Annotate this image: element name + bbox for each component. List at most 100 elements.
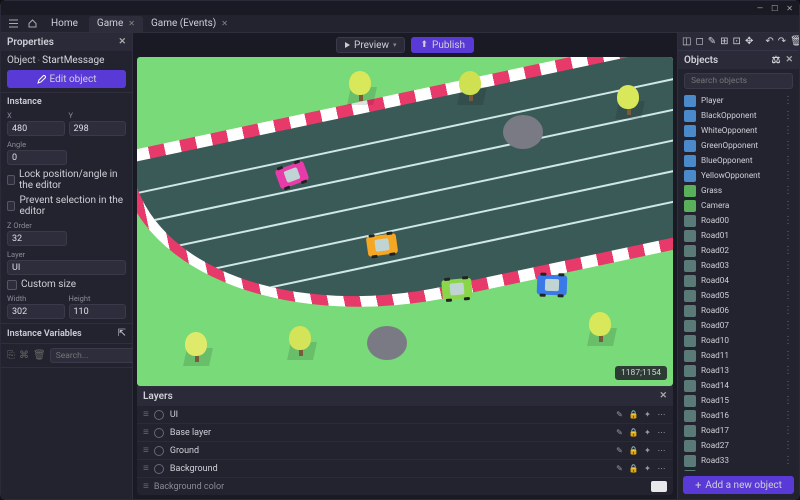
- edit-icon[interactable]: ✎: [614, 463, 625, 474]
- width-input[interactable]: [7, 304, 65, 319]
- object-row[interactable]: Road10⋮: [678, 333, 799, 348]
- object-row[interactable]: Road03⋮: [678, 258, 799, 273]
- more-icon[interactable]: ⋯: [656, 409, 667, 420]
- object-row[interactable]: Road14⋮: [678, 378, 799, 393]
- edit-icon[interactable]: ✎: [614, 409, 625, 420]
- object-menu-icon[interactable]: ⋮: [783, 215, 793, 226]
- close-tab-icon[interactable]: ✕: [221, 19, 228, 28]
- maximize-button[interactable]: ☐: [771, 4, 778, 13]
- layer-row[interactable]: ≡Ground✎🔒✦⋯: [137, 441, 673, 459]
- object-menu-icon[interactable]: ⋮: [783, 290, 793, 301]
- object-menu-icon[interactable]: ⋮: [783, 275, 793, 286]
- custom-size-checkbox[interactable]: Custom size: [7, 279, 126, 290]
- more-icon[interactable]: ⋯: [656, 445, 667, 456]
- object-row[interactable]: Road15⋮: [678, 393, 799, 408]
- tab-game-events-[interactable]: Game (Events)✕: [143, 16, 236, 32]
- object-row[interactable]: YellowOpponent⋮: [678, 168, 799, 183]
- height-input[interactable]: [69, 304, 127, 319]
- scene-viewport[interactable]: 1187;1154: [137, 57, 673, 386]
- object-row[interactable]: Road06⋮: [678, 303, 799, 318]
- edit-object-button[interactable]: Edit object: [7, 70, 126, 88]
- object-menu-icon[interactable]: ⋮: [783, 350, 793, 361]
- snap-icon[interactable]: ⊡: [733, 35, 741, 49]
- object-menu-icon[interactable]: ⋮: [783, 410, 793, 421]
- drag-handle-icon[interactable]: ≡: [143, 427, 148, 438]
- object-row[interactable]: Road33⋮: [678, 453, 799, 468]
- lock-icon[interactable]: 🔒: [628, 409, 639, 420]
- zorder-input[interactable]: [7, 231, 67, 246]
- minimize-button[interactable]: —: [757, 4, 763, 13]
- copy-icon[interactable]: ⎘: [7, 350, 15, 361]
- preview-button[interactable]: Preview▾: [336, 37, 405, 53]
- car-sprite[interactable]: [441, 278, 473, 301]
- close-button[interactable]: ✕: [786, 4, 793, 13]
- object-menu-icon[interactable]: ⋮: [783, 335, 793, 346]
- lock-icon[interactable]: 🔒: [628, 463, 639, 474]
- visibility-icon[interactable]: [154, 428, 164, 438]
- object-menu-icon[interactable]: ⋮: [783, 170, 793, 181]
- object-menu-icon[interactable]: ⋮: [783, 125, 793, 136]
- object-row[interactable]: Road05⋮: [678, 288, 799, 303]
- object-menu-icon[interactable]: ⋮: [783, 200, 793, 211]
- object-menu-icon[interactable]: ⋮: [783, 245, 793, 256]
- trash-icon[interactable]: 🗑: [790, 35, 799, 49]
- object-row[interactable]: Road16⋮: [678, 408, 799, 423]
- object-row[interactable]: Road02⋮: [678, 243, 799, 258]
- open-external-icon[interactable]: ⇱: [118, 328, 126, 339]
- home-icon[interactable]: [24, 17, 40, 31]
- visibility-icon[interactable]: [154, 464, 164, 474]
- link-icon[interactable]: ⌘: [19, 350, 29, 361]
- lock-icon[interactable]: 🔒: [628, 445, 639, 456]
- object-row[interactable]: Road11⋮: [678, 348, 799, 363]
- object-row[interactable]: Player⋮: [678, 93, 799, 108]
- drag-handle-icon[interactable]: ≡: [143, 463, 148, 474]
- car-sprite[interactable]: [537, 274, 568, 295]
- fx-icon[interactable]: ✦: [642, 427, 653, 438]
- camera-icon[interactable]: ◻: [695, 35, 703, 49]
- object-row[interactable]: Road07⋮: [678, 318, 799, 333]
- object-menu-icon[interactable]: ⋮: [783, 155, 793, 166]
- grid-icon[interactable]: ⊞: [720, 35, 728, 49]
- tab-game[interactable]: Game✕: [89, 16, 143, 32]
- visibility-icon[interactable]: [154, 446, 164, 456]
- object-menu-icon[interactable]: ⋮: [783, 230, 793, 241]
- object-row[interactable]: Road04⋮: [678, 273, 799, 288]
- undo-icon[interactable]: ↶: [765, 35, 773, 49]
- bgcolor-swatch[interactable]: [651, 481, 667, 492]
- object-row[interactable]: BlackOpponent⋮: [678, 108, 799, 123]
- filter-icon[interactable]: ⚖: [771, 55, 780, 66]
- redo-icon[interactable]: ↷: [778, 35, 786, 49]
- move-icon[interactable]: ✥: [745, 35, 753, 49]
- angle-input[interactable]: [7, 150, 67, 165]
- object-row[interactable]: Road01⋮: [678, 228, 799, 243]
- more-icon[interactable]: ⋯: [656, 427, 667, 438]
- object-row[interactable]: Camera⋮: [678, 198, 799, 213]
- drag-handle-icon[interactable]: ≡: [143, 445, 148, 456]
- close-tab-icon[interactable]: ✕: [128, 19, 135, 28]
- object-menu-icon[interactable]: ⋮: [783, 425, 793, 436]
- close-icon[interactable]: ✕: [785, 55, 793, 66]
- fx-icon[interactable]: ✦: [642, 409, 653, 420]
- lock-icon[interactable]: 🔒: [628, 427, 639, 438]
- object-menu-icon[interactable]: ⋮: [783, 95, 793, 106]
- y-input[interactable]: [69, 121, 127, 136]
- object-menu-icon[interactable]: ⋮: [783, 395, 793, 406]
- object-row[interactable]: Road00⋮: [678, 213, 799, 228]
- add-object-button[interactable]: +Add a new object: [683, 476, 794, 494]
- cube-icon[interactable]: ◫: [682, 35, 691, 49]
- drag-handle-icon[interactable]: ≡: [143, 409, 148, 420]
- object-menu-icon[interactable]: ⋮: [783, 365, 793, 376]
- close-icon[interactable]: ✕: [118, 37, 126, 47]
- prevent-selection-checkbox[interactable]: Prevent selection in the editor: [7, 195, 126, 217]
- more-icon[interactable]: ⋯: [656, 463, 667, 474]
- delete-icon[interactable]: 🗑: [33, 350, 46, 361]
- object-row[interactable]: Road27⋮: [678, 438, 799, 453]
- object-menu-icon[interactable]: ⋮: [783, 260, 793, 271]
- object-row[interactable]: WhiteOpponent⋮: [678, 123, 799, 138]
- object-menu-icon[interactable]: ⋮: [783, 110, 793, 121]
- object-search-input[interactable]: [684, 73, 793, 89]
- fx-icon[interactable]: ✦: [642, 463, 653, 474]
- layer-row[interactable]: ≡UI✎🔒✦⋯: [137, 405, 673, 423]
- layer-row[interactable]: ≡Background✎🔒✦⋯: [137, 459, 673, 477]
- object-menu-icon[interactable]: ⋮: [783, 185, 793, 196]
